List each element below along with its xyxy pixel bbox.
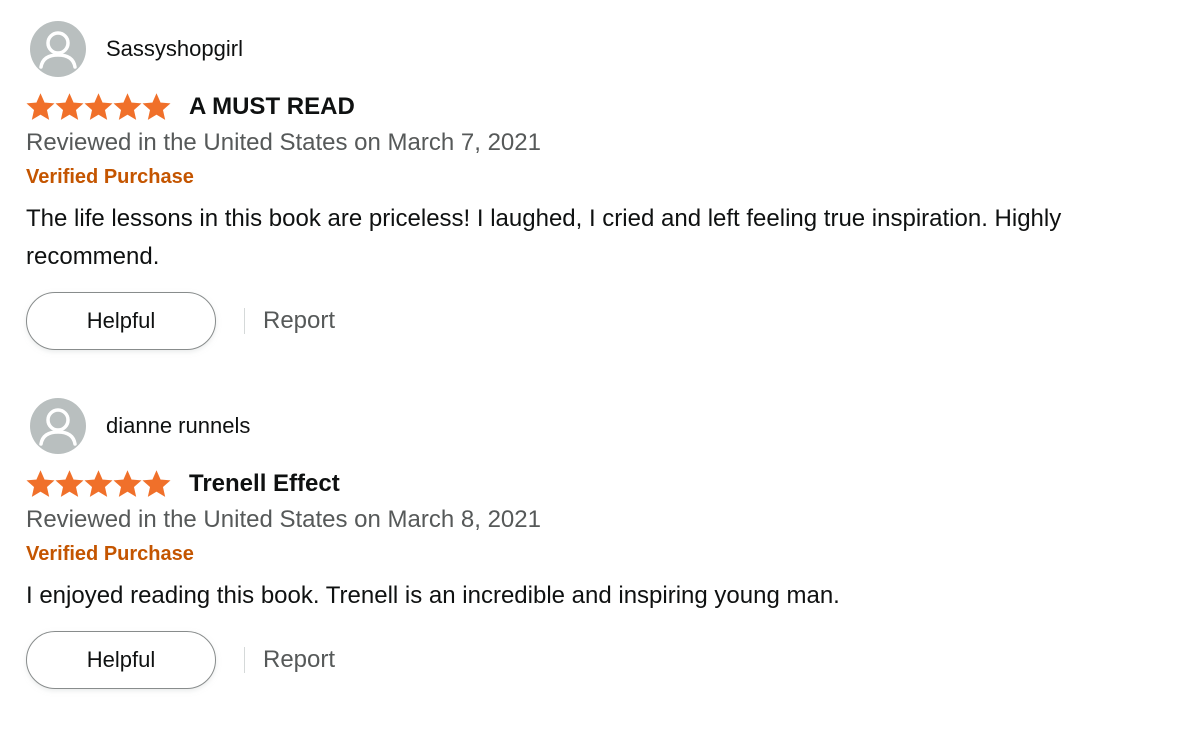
- star-rating[interactable]: [26, 470, 171, 498]
- avatar-icon: [30, 21, 86, 77]
- report-link[interactable]: Report: [263, 646, 335, 674]
- reviewer-name[interactable]: Sassyshopgirl: [106, 36, 243, 62]
- review-title[interactable]: Trenell Effect: [189, 470, 340, 498]
- verified-purchase-badge[interactable]: Verified Purchase: [26, 164, 1186, 190]
- review-title[interactable]: A MUST READ: [189, 93, 355, 121]
- star-icon: [26, 93, 55, 120]
- star-icon: [55, 470, 84, 497]
- star-icon: [26, 470, 55, 497]
- star-icon: [84, 93, 113, 120]
- review-card: Sassyshopgirl A MUST READ Reviewed in th…: [26, 20, 1186, 350]
- avatar-icon: [30, 398, 86, 454]
- reviewer-profile[interactable]: Sassyshopgirl: [26, 20, 1186, 78]
- report-link[interactable]: Report: [263, 307, 335, 335]
- star-icon: [113, 470, 142, 497]
- star-icon: [55, 93, 84, 120]
- star-icon: [113, 93, 142, 120]
- star-icon: [142, 93, 171, 120]
- action-divider: [244, 308, 245, 334]
- review-date: Reviewed in the United States on March 7…: [26, 129, 541, 156]
- star-icon: [84, 470, 113, 497]
- review-card: dianne runnels Trenell Effect Reviewed i…: [26, 397, 1186, 689]
- review-body: The life lessons in this book are pricel…: [26, 205, 1062, 270]
- helpful-button[interactable]: Helpful: [26, 292, 216, 350]
- reviewer-name[interactable]: dianne runnels: [106, 413, 250, 439]
- review-actions: Helpful Report: [26, 631, 1186, 689]
- review-body: I enjoyed reading this book. Trenell is …: [26, 582, 840, 609]
- star-icon: [142, 470, 171, 497]
- verified-purchase-badge[interactable]: Verified Purchase: [26, 541, 1186, 567]
- star-rating[interactable]: [26, 93, 171, 121]
- helpful-button[interactable]: Helpful: [26, 631, 216, 689]
- action-divider: [244, 647, 245, 673]
- review-actions: Helpful Report: [26, 292, 1186, 350]
- review-date: Reviewed in the United States on March 8…: [26, 506, 541, 533]
- reviewer-profile[interactable]: dianne runnels: [26, 397, 1186, 455]
